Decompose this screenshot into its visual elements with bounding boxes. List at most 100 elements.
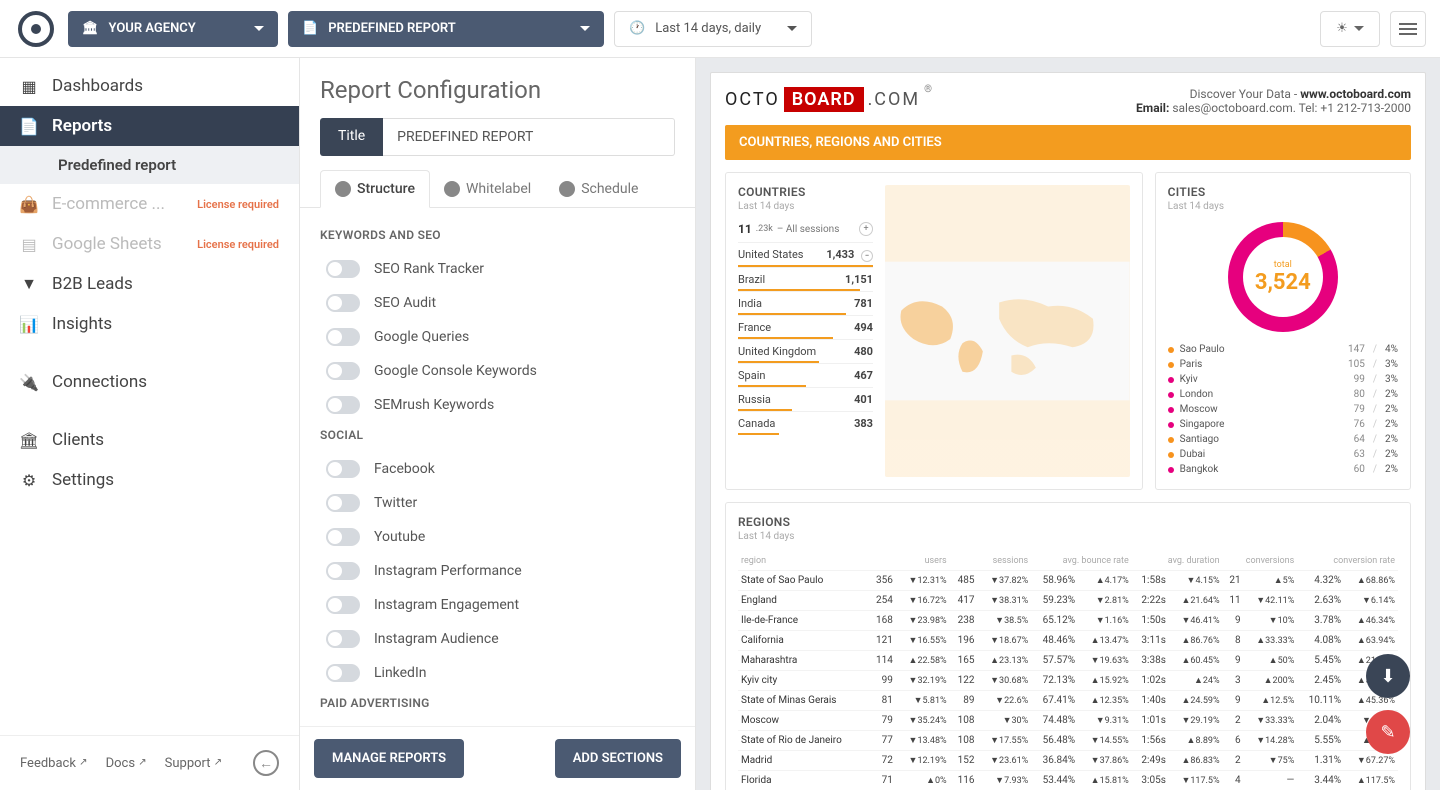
toggle-google-queries[interactable]: Google Queries xyxy=(320,320,675,354)
toggle-twitter[interactable]: Twitter xyxy=(320,486,675,520)
toggle-switch[interactable] xyxy=(326,596,360,614)
city-row: London80/2% xyxy=(1168,387,1398,402)
toggle-semrush-keywords[interactable]: SEMrush Keywords xyxy=(320,388,675,422)
hamburger-menu[interactable] xyxy=(1390,11,1426,47)
whitelabel-icon xyxy=(444,181,460,197)
nav-label: Insights xyxy=(52,314,112,334)
tab-schedule[interactable]: Schedule xyxy=(545,170,652,207)
city-row: Paris105/3% xyxy=(1168,357,1398,372)
toggle-label: SEMrush Keywords xyxy=(374,397,494,413)
nav-google-sheets[interactable]: ▤Google SheetsLicense required xyxy=(0,224,299,264)
toggle-switch[interactable] xyxy=(326,396,360,414)
manage-reports-button[interactable]: MANAGE REPORTS xyxy=(314,739,464,778)
nav-ecommerce[interactable]: 👜E-commerce ...License required xyxy=(0,184,299,224)
external-icon: ↗ xyxy=(79,757,87,768)
table-row: State of Rio de Janeiro77▼13.48%108▼17.5… xyxy=(738,731,1398,751)
clock-icon: 🕐 xyxy=(629,21,645,36)
city-row: Dubai63/2% xyxy=(1168,447,1398,462)
toggle-switch[interactable] xyxy=(326,328,360,346)
toggle-label: Facebook xyxy=(374,461,435,477)
toggle-facebook[interactable]: Facebook xyxy=(320,452,675,486)
toggle-switch[interactable] xyxy=(326,562,360,580)
toggle-instagram-audience[interactable]: Instagram Audience xyxy=(320,622,675,656)
nav-predefined-report[interactable]: Predefined report xyxy=(0,146,299,184)
toggle-switch[interactable] xyxy=(326,460,360,478)
nav-dashboards[interactable]: ▦Dashboards xyxy=(0,66,299,106)
reports-icon: 📄 xyxy=(20,117,38,135)
config-heading: Report Configuration xyxy=(300,58,695,118)
toggle-switch[interactable] xyxy=(326,362,360,380)
country-row: United States1,433 − xyxy=(738,242,873,267)
all-sessions: 11.23k – All sessions + xyxy=(738,222,873,236)
daterange-dropdown[interactable]: 🕐 Last 14 days, daily xyxy=(614,11,812,47)
table-row: England254▼16.72%417▼38.31%59.23%▼2.81%2… xyxy=(738,591,1398,611)
toggle-youtube[interactable]: Youtube xyxy=(320,520,675,554)
chart-icon: 📊 xyxy=(20,315,38,333)
footer-links: Feedback ↗ Docs ↗ Support ↗ ← xyxy=(0,735,299,790)
bag-icon: 👜 xyxy=(20,195,38,213)
toggle-instagram-performance[interactable]: Instagram Performance xyxy=(320,554,675,588)
report-dropdown[interactable]: 📄 PREDEFINED REPORT xyxy=(288,11,604,47)
toggle-google-console-keywords[interactable]: Google Console Keywords xyxy=(320,354,675,388)
schedule-icon xyxy=(559,181,575,197)
docs-link[interactable]: Docs ↗ xyxy=(106,756,147,771)
expand-icon[interactable]: + xyxy=(859,222,873,236)
toggle-switch[interactable] xyxy=(326,260,360,278)
nav-b2b-leads[interactable]: ▼B2B Leads xyxy=(0,264,299,304)
toggle-switch[interactable] xyxy=(326,528,360,546)
tab-whitelabel[interactable]: Whitelabel xyxy=(430,170,545,207)
toggle-seo-rank-tracker[interactable]: SEO Rank Tracker xyxy=(320,252,675,286)
nav-label: Google Sheets xyxy=(52,234,162,254)
nav-insights[interactable]: 📊 Insights xyxy=(0,304,299,344)
pencil-icon: ✎ xyxy=(1380,722,1395,743)
download-fab[interactable]: ⬇ xyxy=(1366,654,1410,698)
toggle-switch[interactable] xyxy=(326,494,360,512)
nav-reports[interactable]: 📄Reports xyxy=(0,106,299,146)
structure-icon xyxy=(335,181,351,197)
nav-label: Predefined report xyxy=(58,156,176,174)
panel-subtitle: Last 14 days xyxy=(738,531,1398,542)
filter-icon: ▼ xyxy=(20,275,38,293)
country-row: United Kingdom480 xyxy=(738,339,873,363)
license-badge: License required xyxy=(197,238,279,251)
edit-fab[interactable]: ✎ xyxy=(1366,710,1410,754)
panel-title: REGIONS xyxy=(738,515,1398,529)
country-row: Russia401 xyxy=(738,387,873,411)
toggle-switch[interactable] xyxy=(326,664,360,682)
dashboards-icon: ▦ xyxy=(20,77,38,95)
section-header-paid: PAID ADVERTISING xyxy=(320,696,675,710)
city-row: Sao Paulo147/4% xyxy=(1168,342,1398,357)
chevron-down-icon xyxy=(1354,26,1364,31)
chevron-down-icon xyxy=(787,26,797,31)
city-row: Santiago64/2% xyxy=(1168,432,1398,447)
config-panel: Report Configuration Title Structure Whi… xyxy=(300,58,696,790)
toggle-label: Google Console Keywords xyxy=(374,363,537,379)
support-link[interactable]: Support ↗ xyxy=(165,756,223,771)
agency-dropdown[interactable]: 🏛 YOUR AGENCY xyxy=(68,11,278,47)
agency-label: YOUR AGENCY xyxy=(109,21,196,36)
add-sections-button[interactable]: ADD SECTIONS xyxy=(555,739,681,778)
title-input[interactable] xyxy=(383,118,675,156)
toggle-switch[interactable] xyxy=(326,630,360,648)
sidebar: ▦Dashboards 📄Reports Predefined report 👜… xyxy=(0,58,300,790)
gear-icon: ⚙ xyxy=(20,471,38,489)
back-button[interactable]: ← xyxy=(253,750,279,776)
toggle-switch[interactable] xyxy=(326,294,360,312)
country-row: Canada383 xyxy=(738,411,873,435)
download-icon: ⬇ xyxy=(1380,666,1395,687)
city-row: Kyiv99/3% xyxy=(1168,372,1398,387)
theme-toggle[interactable]: ☀ xyxy=(1320,11,1380,47)
toggle-linkedin[interactable]: LinkedIn xyxy=(320,656,675,690)
nav-connections[interactable]: 🔌Connections xyxy=(0,362,299,402)
tab-structure[interactable]: Structure xyxy=(320,170,430,208)
toggle-instagram-engagement[interactable]: Instagram Engagement xyxy=(320,588,675,622)
external-icon: ↗ xyxy=(214,757,222,768)
nav-clients[interactable]: 🏛Clients xyxy=(0,420,299,460)
section-header-social: SOCIAL xyxy=(320,428,675,442)
feedback-link[interactable]: Feedback ↗ xyxy=(20,756,88,771)
countries-panel: COUNTRIES Last 14 days 11.23k – All sess… xyxy=(725,172,1143,490)
nav-settings[interactable]: ⚙Settings xyxy=(0,460,299,500)
nav-label: Connections xyxy=(52,372,147,392)
toggle-seo-audit[interactable]: SEO Audit xyxy=(320,286,675,320)
license-badge: License required xyxy=(197,198,279,211)
